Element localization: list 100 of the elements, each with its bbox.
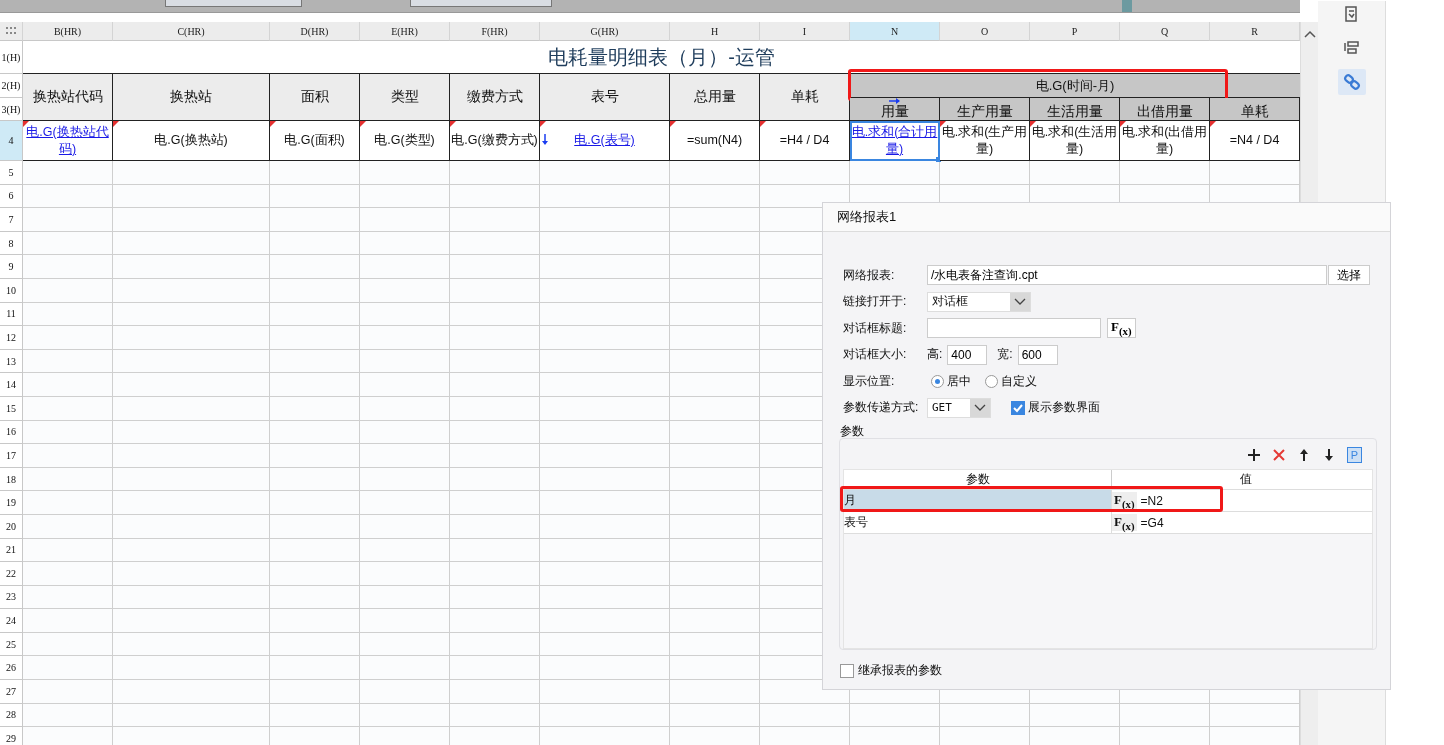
row-header[interactable]: 27 <box>0 680 23 704</box>
cell-link[interactable]: 电.G(表号) <box>574 132 635 149</box>
empty-cell[interactable] <box>113 538 270 563</box>
empty-cell[interactable] <box>360 278 450 303</box>
empty-cell[interactable] <box>360 302 450 327</box>
empty-cell[interactable] <box>360 538 450 563</box>
empty-cell[interactable] <box>450 255 540 279</box>
scroll-up-icon[interactable] <box>1303 30 1316 38</box>
empty-cell[interactable] <box>113 609 270 633</box>
empty-cell[interactable] <box>450 656 540 681</box>
empty-cell[interactable] <box>540 467 670 492</box>
radio-option[interactable]: 自定义 <box>985 372 1037 390</box>
checkbox[interactable] <box>1011 400 1025 415</box>
empty-cell[interactable] <box>360 349 450 374</box>
empty-cell[interactable] <box>670 444 760 468</box>
row-header[interactable]: 15 <box>0 396 23 421</box>
empty-cell[interactable] <box>540 231 670 256</box>
table-cell[interactable]: 月 <box>844 490 1111 511</box>
empty-cell[interactable] <box>360 703 450 728</box>
empty-cell[interactable] <box>540 562 670 586</box>
table-cell[interactable]: =H4 / D4 <box>760 121 850 161</box>
column-header[interactable]: H <box>670 22 760 41</box>
empty-cell[interactable] <box>270 302 360 327</box>
row-header[interactable]: 21 <box>0 538 23 563</box>
formula-button[interactable]: F$_{(x)}$ <box>1112 513 1137 532</box>
empty-cell[interactable] <box>540 184 670 209</box>
row-header[interactable]: 6 <box>0 184 23 209</box>
empty-cell[interactable] <box>450 538 540 563</box>
empty-cell[interactable] <box>450 278 540 303</box>
table-cell[interactable]: =G4 <box>1136 515 1372 530</box>
column-header[interactable]: I <box>760 22 850 41</box>
empty-cell[interactable] <box>450 632 540 657</box>
input-field[interactable] <box>410 0 552 7</box>
empty-cell[interactable] <box>670 491 760 515</box>
row-header[interactable]: 13 <box>0 349 23 374</box>
row-header[interactable]: 28 <box>0 703 23 728</box>
empty-cell[interactable] <box>670 420 760 445</box>
row-header[interactable]: 2(H) <box>0 74 23 98</box>
column-header[interactable]: C(HR) <box>113 22 270 41</box>
empty-cell[interactable] <box>360 255 450 279</box>
empty-cell[interactable] <box>540 491 670 515</box>
empty-cell[interactable] <box>1030 703 1120 728</box>
empty-cell[interactable] <box>540 278 670 303</box>
row-header[interactable]: 26 <box>0 656 23 681</box>
empty-cell[interactable] <box>450 396 540 421</box>
empty-cell[interactable] <box>360 184 450 209</box>
empty-cell[interactable] <box>540 326 670 350</box>
empty-cell[interactable] <box>670 680 760 704</box>
row-header[interactable]: 17 <box>0 444 23 468</box>
empty-cell[interactable] <box>360 326 450 350</box>
empty-cell[interactable] <box>113 467 270 492</box>
empty-cell[interactable] <box>450 184 540 209</box>
table-cell[interactable]: 电.G(缴费方式) <box>450 121 540 161</box>
empty-cell[interactable] <box>270 609 360 633</box>
empty-cell[interactable] <box>670 562 760 586</box>
table-cell[interactable]: 表号 <box>844 512 1111 533</box>
column-header[interactable]: P <box>1030 22 1120 41</box>
column-header[interactable]: N <box>850 22 940 41</box>
empty-cell[interactable] <box>540 444 670 468</box>
empty-cell[interactable] <box>450 514 540 539</box>
column-header[interactable]: B(HR) <box>23 22 113 41</box>
column-header[interactable]: E(HR) <box>360 22 450 41</box>
empty-cell[interactable] <box>113 396 270 421</box>
empty-cell[interactable] <box>670 184 760 209</box>
row-header[interactable]: 7 <box>0 208 23 232</box>
delete-icon[interactable] <box>1272 448 1286 462</box>
row-header[interactable]: 8 <box>0 231 23 256</box>
empty-cell[interactable] <box>270 208 360 232</box>
empty-cell[interactable] <box>113 703 270 728</box>
empty-cell[interactable] <box>450 231 540 256</box>
empty-cell[interactable] <box>450 703 540 728</box>
empty-cell[interactable] <box>540 514 670 539</box>
row-header[interactable]: 1(H) <box>0 41 23 74</box>
row-header[interactable]: 5 <box>0 161 23 185</box>
dropdown[interactable]: GET <box>927 397 991 418</box>
checkbox[interactable] <box>840 663 854 678</box>
tool-button[interactable] <box>1337 69 1366 95</box>
empty-cell[interactable] <box>360 609 450 633</box>
empty-cell[interactable] <box>540 656 670 681</box>
row-header[interactable]: 9 <box>0 255 23 279</box>
empty-cell[interactable] <box>670 632 760 657</box>
empty-cell[interactable] <box>270 514 360 539</box>
empty-cell[interactable] <box>360 491 450 515</box>
row-header[interactable]: 10 <box>0 278 23 303</box>
empty-cell[interactable] <box>113 562 270 586</box>
empty-cell[interactable] <box>360 231 450 256</box>
down-arrow-icon[interactable] <box>1322 448 1336 462</box>
empty-cell[interactable] <box>360 467 450 492</box>
empty-cell[interactable] <box>270 326 360 350</box>
empty-cell[interactable] <box>360 585 450 610</box>
row-header[interactable]: 20 <box>0 514 23 539</box>
empty-cell[interactable] <box>113 208 270 232</box>
row-header[interactable]: 12 <box>0 326 23 350</box>
input-field[interactable] <box>927 318 1101 339</box>
empty-cell[interactable] <box>113 656 270 681</box>
empty-cell[interactable] <box>450 609 540 633</box>
empty-cell[interactable] <box>850 703 940 728</box>
empty-cell[interactable] <box>270 255 360 279</box>
radio-button[interactable] <box>931 374 944 388</box>
column-header[interactable]: F(HR) <box>450 22 540 41</box>
